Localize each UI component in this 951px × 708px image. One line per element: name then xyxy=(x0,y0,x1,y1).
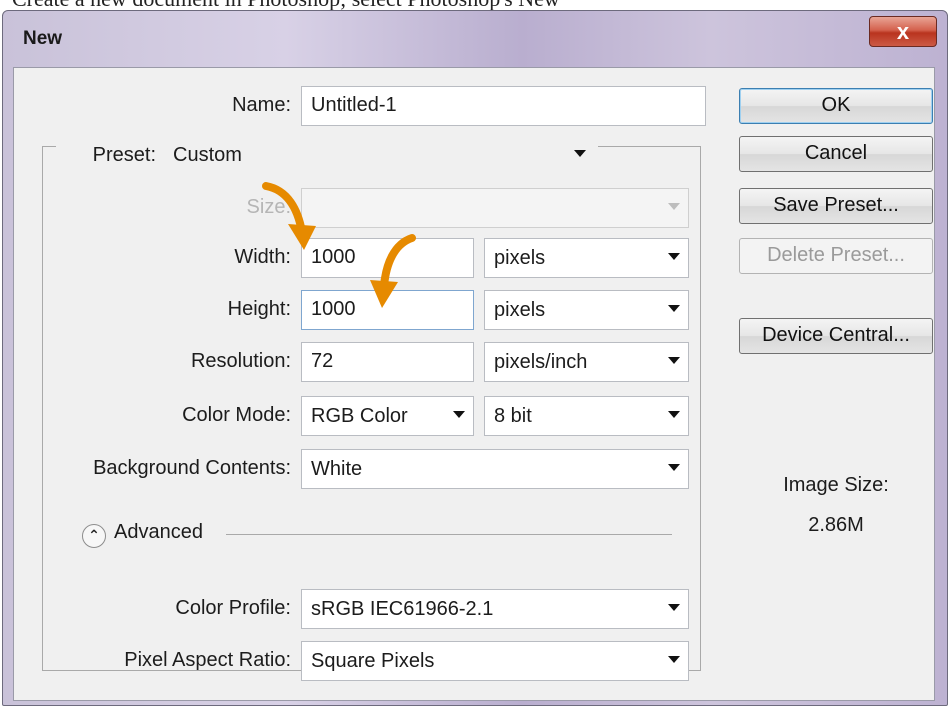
width-unit-value: pixels xyxy=(494,247,546,269)
group-box-left-edge xyxy=(42,146,43,670)
preset-label: Preset: xyxy=(92,144,156,166)
resolution-input[interactable]: 72 xyxy=(301,342,474,382)
color-profile-value: sRGB IEC61966-2.1 xyxy=(311,598,494,620)
width-unit-dropdown[interactable]: pixels xyxy=(484,238,689,278)
background-contents-dropdown[interactable]: White xyxy=(301,449,689,489)
bit-depth-dropdown[interactable]: 8 bit xyxy=(484,396,689,436)
close-icon: x xyxy=(896,19,910,44)
height-unit-value: pixels xyxy=(494,299,546,321)
dialog-title: New xyxy=(23,28,63,49)
color-mode-value: RGB Color xyxy=(311,405,408,427)
annotation-arrow-height xyxy=(370,234,416,308)
name-input[interactable]: Untitled-1 xyxy=(301,86,706,126)
delete-preset-button: Delete Preset... xyxy=(739,238,933,274)
advanced-divider xyxy=(226,534,672,535)
color-profile-dropdown[interactable]: sRGB IEC61966-2.1 xyxy=(301,589,689,629)
image-size-label: Image Size: xyxy=(783,474,889,496)
background-contents-label: Background Contents: xyxy=(93,457,291,479)
size-dropdown xyxy=(301,188,689,228)
group-box-top-edge-right xyxy=(598,146,701,147)
advanced-label[interactable]: Advanced xyxy=(114,521,203,544)
cancel-button[interactable]: Cancel xyxy=(739,136,933,172)
bit-depth-value: 8 bit xyxy=(494,405,532,427)
height-unit-dropdown[interactable]: pixels xyxy=(484,290,689,330)
new-document-dialog: New x Name: Untitled-1 Preset: Custom Si… xyxy=(2,10,948,706)
device-central-button[interactable]: Device Central... xyxy=(739,318,933,354)
chevron-down-icon xyxy=(668,604,680,611)
group-box-right-edge xyxy=(700,146,701,670)
save-preset-button[interactable]: Save Preset... xyxy=(739,188,933,224)
close-button[interactable]: x xyxy=(869,16,937,47)
name-label: Name: xyxy=(232,94,291,116)
resolution-label: Resolution: xyxy=(190,350,291,372)
preset-value: Custom xyxy=(173,144,242,166)
background-contents-value: White xyxy=(311,458,363,480)
resolution-unit-value: pixels/inch xyxy=(494,351,588,373)
chevron-down-icon xyxy=(574,150,586,157)
color-profile-label: Color Profile: xyxy=(175,597,291,619)
chevron-down-icon xyxy=(668,305,680,312)
pixel-aspect-ratio-value: Square Pixels xyxy=(311,650,435,672)
pixel-aspect-ratio-label: Pixel Aspect Ratio: xyxy=(124,649,291,671)
preset-dropdown[interactable]: Custom xyxy=(164,136,594,176)
chevron-down-icon xyxy=(668,203,680,210)
chevron-down-icon xyxy=(668,411,680,418)
chevron-up-icon[interactable]: ⌃ xyxy=(82,524,106,548)
color-mode-label: Color Mode: xyxy=(182,404,291,426)
resolution-unit-dropdown[interactable]: pixels/inch xyxy=(484,342,689,382)
pixel-aspect-ratio-dropdown[interactable]: Square Pixels xyxy=(301,641,689,681)
annotation-arrow-width xyxy=(262,182,316,250)
chevron-down-icon xyxy=(668,656,680,663)
chevron-down-icon xyxy=(668,464,680,471)
chevron-down-icon xyxy=(668,357,680,364)
chevron-down-icon xyxy=(453,411,465,418)
chevron-down-icon xyxy=(668,253,680,260)
ok-button[interactable]: OK xyxy=(739,88,933,124)
dialog-body: Name: Untitled-1 Preset: Custom Size: Wi… xyxy=(13,67,935,701)
height-label: Height: xyxy=(227,298,291,320)
image-size-value: 2.86M xyxy=(808,514,864,536)
title-bar: New x xyxy=(3,11,947,63)
group-box-top-edge-left xyxy=(42,146,56,147)
color-mode-dropdown[interactable]: RGB Color xyxy=(301,396,474,436)
